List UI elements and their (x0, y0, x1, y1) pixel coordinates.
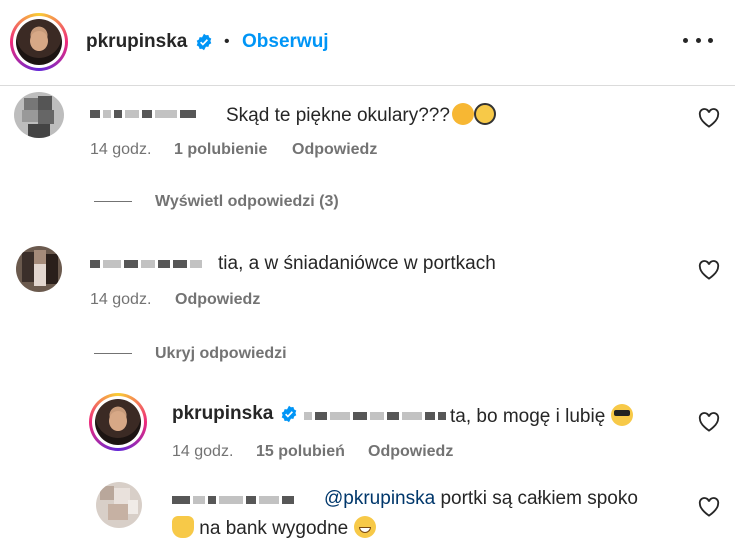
heart-outline-icon[interactable] (698, 497, 720, 517)
monocle-face-emoji (473, 103, 496, 125)
reply-time: 14 godz. (172, 443, 234, 460)
commenter-username-redacted[interactable] (90, 258, 202, 270)
reply-button[interactable]: Odpowiedz (292, 141, 377, 158)
reply-author-username[interactable]: pkrupinska (172, 403, 273, 425)
more-options-icon[interactable] (683, 30, 713, 50)
commenter-avatar[interactable] (16, 246, 62, 292)
reply-button[interactable]: Odpowiedz (175, 291, 260, 308)
hide-replies-button[interactable]: Ukryj odpowiedzi (155, 345, 287, 363)
reply-likes[interactable]: 15 polubień (256, 443, 345, 460)
reply-author-avatar[interactable] (89, 393, 147, 451)
comment-time: 14 godz. (90, 291, 152, 308)
thread-divider (94, 353, 132, 354)
heart-outline-icon[interactable] (698, 412, 720, 432)
thread-divider (94, 201, 132, 202)
verified-icon (196, 33, 212, 51)
reply-text-line2: na bank wygodne (172, 516, 376, 540)
comment-text: tia, a w śniadaniówce w portkach (218, 253, 496, 274)
mention-link[interactable]: @pkrupinska (324, 488, 435, 509)
reply-button[interactable]: Odpowiedz (368, 443, 453, 460)
raised-hand-emoji (172, 516, 194, 538)
grinning-face-emoji (353, 516, 376, 538)
commenter-username-redacted[interactable] (90, 108, 196, 120)
reply-username-redacted[interactable] (172, 494, 294, 506)
comment-text: Skąd te piękne okulary??? (226, 103, 496, 127)
comment-time: 14 godz. (90, 141, 152, 158)
reply-text: ta, bo mogę i lubię (450, 404, 633, 428)
mention-redacted[interactable] (304, 410, 446, 422)
view-replies-button[interactable]: Wyświetl odpowiedzi (3) (155, 193, 339, 211)
author-username[interactable]: pkrupinska (86, 31, 187, 53)
reply-text-line1: @pkrupinska portki są całkiem spoko (324, 488, 638, 509)
header-separator: • (224, 33, 230, 50)
sunglasses-face-emoji (610, 404, 633, 426)
heart-outline-icon[interactable] (698, 260, 720, 280)
verified-icon (281, 405, 297, 423)
comment-likes[interactable]: 1 polubienie (174, 141, 267, 158)
commenter-avatar[interactable] (14, 92, 64, 138)
follow-button[interactable]: Obserwuj (242, 31, 329, 53)
heart-outline-icon[interactable] (698, 108, 720, 128)
shushing-face-emoji (451, 103, 474, 125)
post-header: pkrupinska • Obserwuj (0, 0, 735, 86)
reply-author-avatar[interactable] (96, 482, 142, 528)
author-avatar[interactable] (10, 13, 68, 71)
